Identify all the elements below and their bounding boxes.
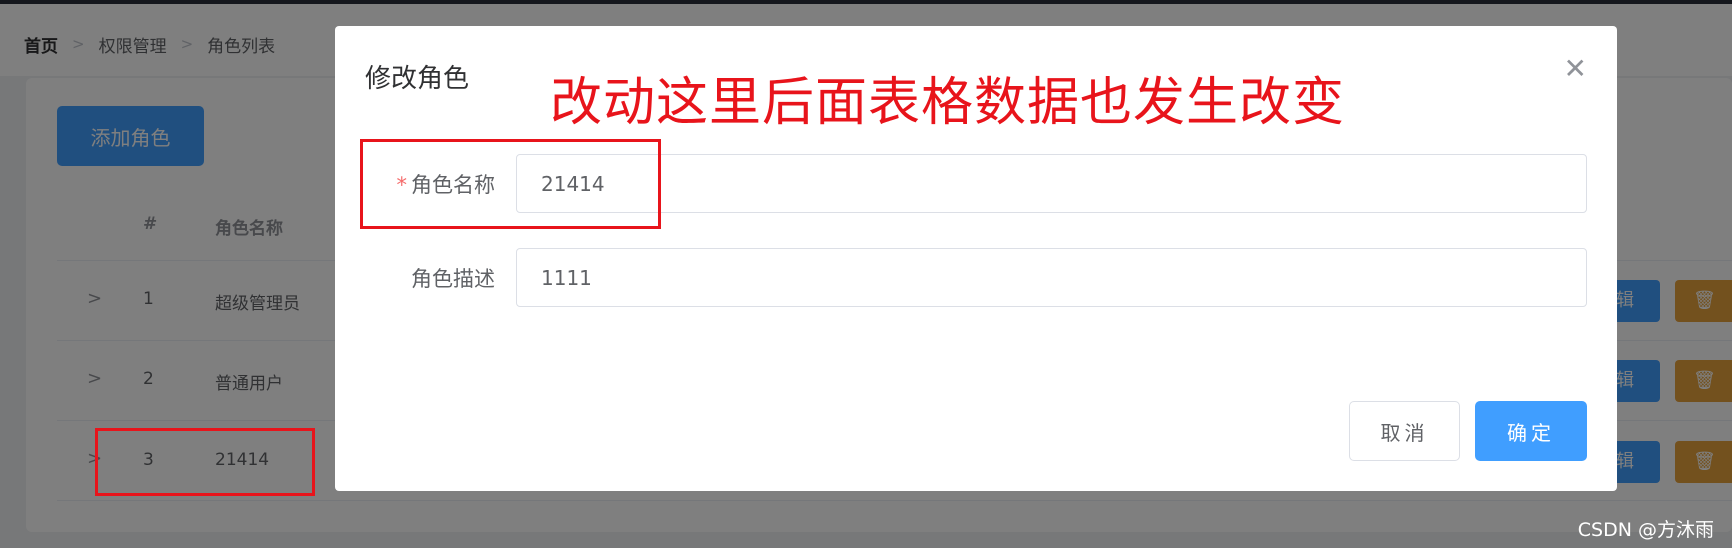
- role-name-input[interactable]: [516, 154, 1587, 213]
- annotation-highlight-box: [95, 428, 315, 496]
- cancel-button[interactable]: 取消: [1349, 401, 1460, 461]
- edit-role-dialog: 修改角色 改动这里后面表格数据也发生改变 ✕ *角色名称 角色描述 取消 确定: [335, 26, 1617, 491]
- role-desc-input[interactable]: [516, 248, 1587, 307]
- dialog-title: 修改角色: [365, 64, 470, 94]
- annotation-highlight-box: [360, 139, 661, 229]
- annotation-text: 改动这里后面表格数据也发生改变: [550, 73, 1346, 133]
- confirm-button[interactable]: 确定: [1475, 401, 1587, 461]
- watermark: CSDN @方沐雨: [1577, 519, 1714, 541]
- close-icon[interactable]: ✕: [1564, 52, 1587, 85]
- role-desc-label: 角色描述: [411, 267, 495, 291]
